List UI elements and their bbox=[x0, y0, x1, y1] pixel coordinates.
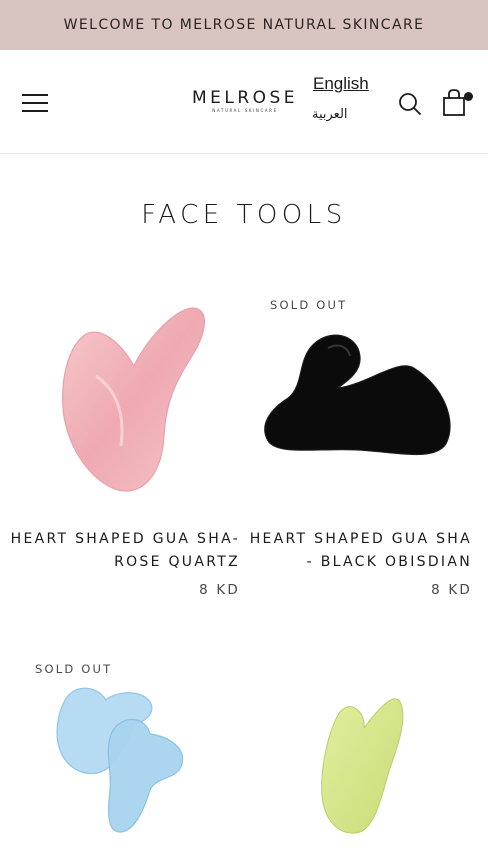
announcement-text: WELCOME TO MELROSE NATURAL SKINCARE bbox=[63, 17, 425, 33]
site-logo[interactable]: MELROSE NATURAL SKINCARE bbox=[186, 88, 304, 114]
cart-badge bbox=[464, 92, 473, 101]
menu-icon[interactable] bbox=[22, 92, 48, 114]
menu-line bbox=[22, 94, 48, 96]
logo-wordmark: MELROSE bbox=[191, 88, 299, 108]
menu-line bbox=[22, 102, 48, 104]
product-card[interactable]: SOLD OUT bbox=[16, 650, 240, 850]
product-card[interactable]: SOLD OUT HEART SHAPED GUA SHA - BLACK OB… bbox=[248, 286, 472, 616]
product-title[interactable]: HEART SHAPED GUA SHA- ROSE QUARTZ bbox=[10, 528, 240, 574]
logo-tagline: NATURAL SKINCARE bbox=[212, 108, 278, 113]
product-image[interactable] bbox=[16, 650, 240, 850]
product-image[interactable] bbox=[16, 286, 240, 506]
product-title[interactable]: HEART SHAPED GUA SHA - BLACK OBISDIAN bbox=[242, 528, 472, 574]
product-image[interactable] bbox=[248, 650, 472, 850]
menu-line bbox=[22, 110, 48, 112]
product-card[interactable]: HEART SHAPED GUA SHA- ROSE QUARTZ 8 KD bbox=[11, 286, 240, 616]
product-price: 8 KD bbox=[199, 582, 240, 598]
product-price: 8 KD bbox=[431, 582, 472, 598]
cart-icon[interactable] bbox=[442, 88, 474, 118]
product-card[interactable] bbox=[248, 650, 472, 850]
site-header: MELROSE NATURAL SKINCARE English العربية bbox=[0, 50, 488, 154]
language-arabic-link[interactable]: العربية bbox=[312, 107, 348, 122]
page-title: FACE TOOLS bbox=[141, 200, 347, 230]
search-icon[interactable] bbox=[398, 92, 422, 116]
product-image[interactable] bbox=[248, 286, 472, 506]
announcement-bar: WELCOME TO MELROSE NATURAL SKINCARE bbox=[0, 0, 488, 50]
language-english-link[interactable]: English bbox=[313, 74, 369, 94]
